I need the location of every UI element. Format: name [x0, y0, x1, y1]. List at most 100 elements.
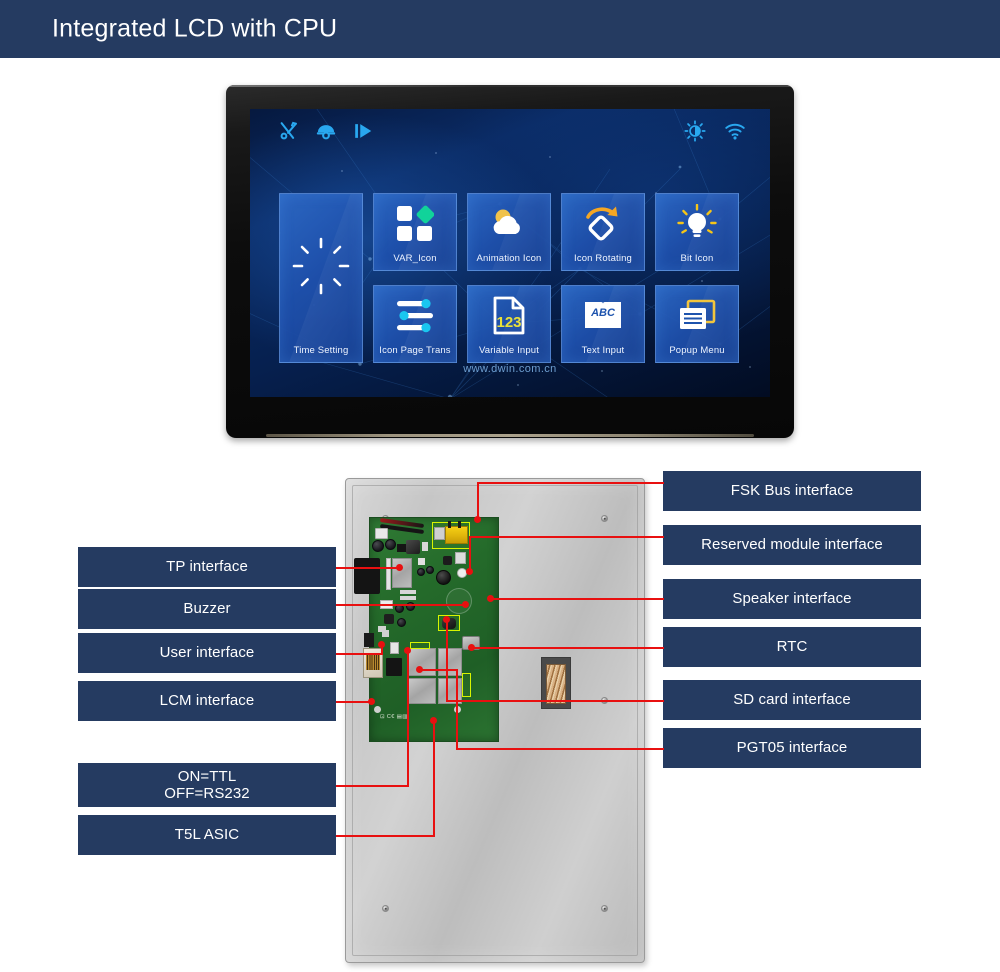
pcb-silkscreen: ⊡ C€ ▤▥: [380, 714, 408, 720]
label-reserved-module-interface: Reserved module interface: [663, 525, 921, 565]
rtc-battery-footprint: [446, 588, 472, 614]
lead-t5l-asic: [336, 835, 435, 837]
exploded-diagram: ⊡ C€ ▤▥ TP interface Buzzer User interfa…: [0, 455, 1000, 972]
svg-text:ABC: ABC: [590, 307, 616, 319]
label-speaker-interface: Speaker interface: [663, 579, 921, 619]
tile-label: Variable Input: [478, 345, 540, 356]
status-bar-left-group: [278, 120, 374, 142]
label-t5l-asic: T5L ASIC: [78, 815, 336, 855]
device-back-panel: ⊡ C€ ▤▥: [345, 478, 645, 963]
label-ttl-rs232: ON=TTL OFF=RS232: [78, 763, 336, 807]
tile-animation-icon[interactable]: Animation Icon: [467, 193, 551, 271]
tile-label: Text Input: [581, 345, 625, 356]
white-connector-2pin: [375, 528, 388, 539]
pgt05-highlight-box: [410, 642, 430, 649]
lead-endpoint: [443, 616, 450, 623]
screen-watermark: www.dwin.com.cn: [463, 363, 557, 375]
tile-var-icon[interactable]: VAR_Icon: [373, 193, 457, 271]
lead-endpoint: [378, 641, 385, 648]
label-lcm-interface: LCM interface: [78, 681, 336, 721]
lead-ttl-rs232-v: [407, 650, 409, 786]
lcd-monitor-photo: Time Setting VAR_Icon Animation Icon Ico…: [226, 85, 794, 438]
tile-icon-page-trans[interactable]: Icon Page Trans: [373, 285, 457, 363]
smd-component: [382, 630, 389, 637]
label-pgt05-interface: PGT05 interface: [663, 728, 921, 768]
abc-book-icon: ABC: [585, 302, 621, 329]
lead-pgt05-h2: [420, 669, 458, 671]
tile-icon-rotating[interactable]: Icon Rotating: [561, 193, 645, 271]
lcm-pins: [366, 654, 380, 670]
fsk-bus-connector: [445, 526, 468, 544]
lead-endpoint: [466, 568, 473, 575]
asic-shield-c: [408, 678, 436, 704]
lvds-ribbon-cable: [546, 664, 566, 704]
lcm-shroud: [364, 633, 374, 647]
label-fsk-bus-interface: FSK Bus interface: [663, 471, 921, 511]
smd-component: [418, 558, 425, 565]
screen-status-bar: [250, 109, 770, 155]
tile-variable-input[interactable]: 123 Variable Input: [467, 285, 551, 363]
label-user-interface: User interface: [78, 633, 336, 673]
camera-icon[interactable]: [315, 120, 337, 142]
lead-reserved-module-v: [469, 536, 471, 572]
smd-component: [422, 542, 428, 551]
page-header: Integrated LCD with CPU: [0, 0, 1000, 58]
tile-time-setting[interactable]: Time Setting: [279, 193, 363, 363]
ttl-rs232-switch: [390, 642, 399, 654]
smd-component: [400, 590, 416, 594]
numeric-123-icon: 123: [493, 296, 525, 335]
smd-component: [397, 544, 406, 552]
tile-bit-icon[interactable]: Bit Icon: [655, 193, 739, 271]
play-icon[interactable]: [352, 120, 374, 142]
lightbulb-icon: [677, 204, 717, 238]
lead-pgt05: [458, 748, 664, 750]
page-root: Integrated LCD with CPU Time Setting VAR…: [0, 0, 1000, 972]
lead-ttl-rs232: [336, 785, 409, 787]
tile-label: Icon Page Trans: [379, 345, 451, 356]
lead-lcm-interface: [336, 701, 372, 703]
electrolytic-cap: [385, 539, 396, 550]
connector-pin: [458, 521, 461, 528]
smd-cap: [417, 568, 425, 576]
white-header: [434, 527, 445, 540]
electrolytic-cap: [372, 540, 384, 552]
smd-cap: [397, 618, 406, 627]
black-tape-wrap: [354, 558, 380, 594]
lead-reserved-module: [470, 536, 664, 538]
clock-dial-icon: [292, 237, 350, 295]
lead-fsk-bus: [478, 482, 664, 484]
lead-sd-card-v: [446, 620, 448, 702]
mounting-pad: [374, 706, 381, 713]
tools-icon[interactable]: [278, 120, 300, 142]
tile-popup-menu[interactable]: Popup Menu: [655, 285, 739, 363]
lead-endpoint: [474, 516, 481, 523]
brightness-icon[interactable]: [684, 120, 706, 142]
lead-endpoint: [396, 564, 403, 571]
tile-text-input[interactable]: ABC Text Input: [561, 285, 645, 363]
sd-highlight-box: [462, 673, 471, 697]
four-squares-icon: [397, 206, 434, 242]
lead-pgt05-v: [456, 670, 458, 750]
lead-endpoint: [487, 595, 494, 602]
wifi-icon[interactable]: [724, 120, 746, 142]
lead-endpoint: [430, 717, 437, 724]
monitor-base-strip: [266, 434, 754, 437]
main-pcb: ⊡ C€ ▤▥: [354, 517, 499, 742]
connector-pin: [448, 521, 451, 528]
lead-endpoint: [404, 647, 411, 654]
tile-label: Popup Menu: [669, 345, 725, 356]
label-rtc: RTC: [663, 627, 921, 667]
rotate-diamond-icon: [586, 206, 618, 241]
smd-cap: [426, 566, 434, 574]
lead-t5l-asic-v: [433, 721, 435, 836]
smd-component: [384, 614, 394, 624]
inductor: [406, 540, 420, 554]
icon-tile-grid: Time Setting VAR_Icon Animation Icon Ico…: [279, 193, 741, 363]
smd-component: [400, 596, 416, 600]
lead-rtc: [472, 647, 664, 649]
bezel-highlight: [226, 85, 794, 87]
tp-fpc-connector: [386, 558, 391, 590]
lead-user-interface: [336, 653, 383, 655]
lead-fsk-bus-v: [477, 482, 479, 520]
lead-speaker-interface: [490, 598, 664, 600]
